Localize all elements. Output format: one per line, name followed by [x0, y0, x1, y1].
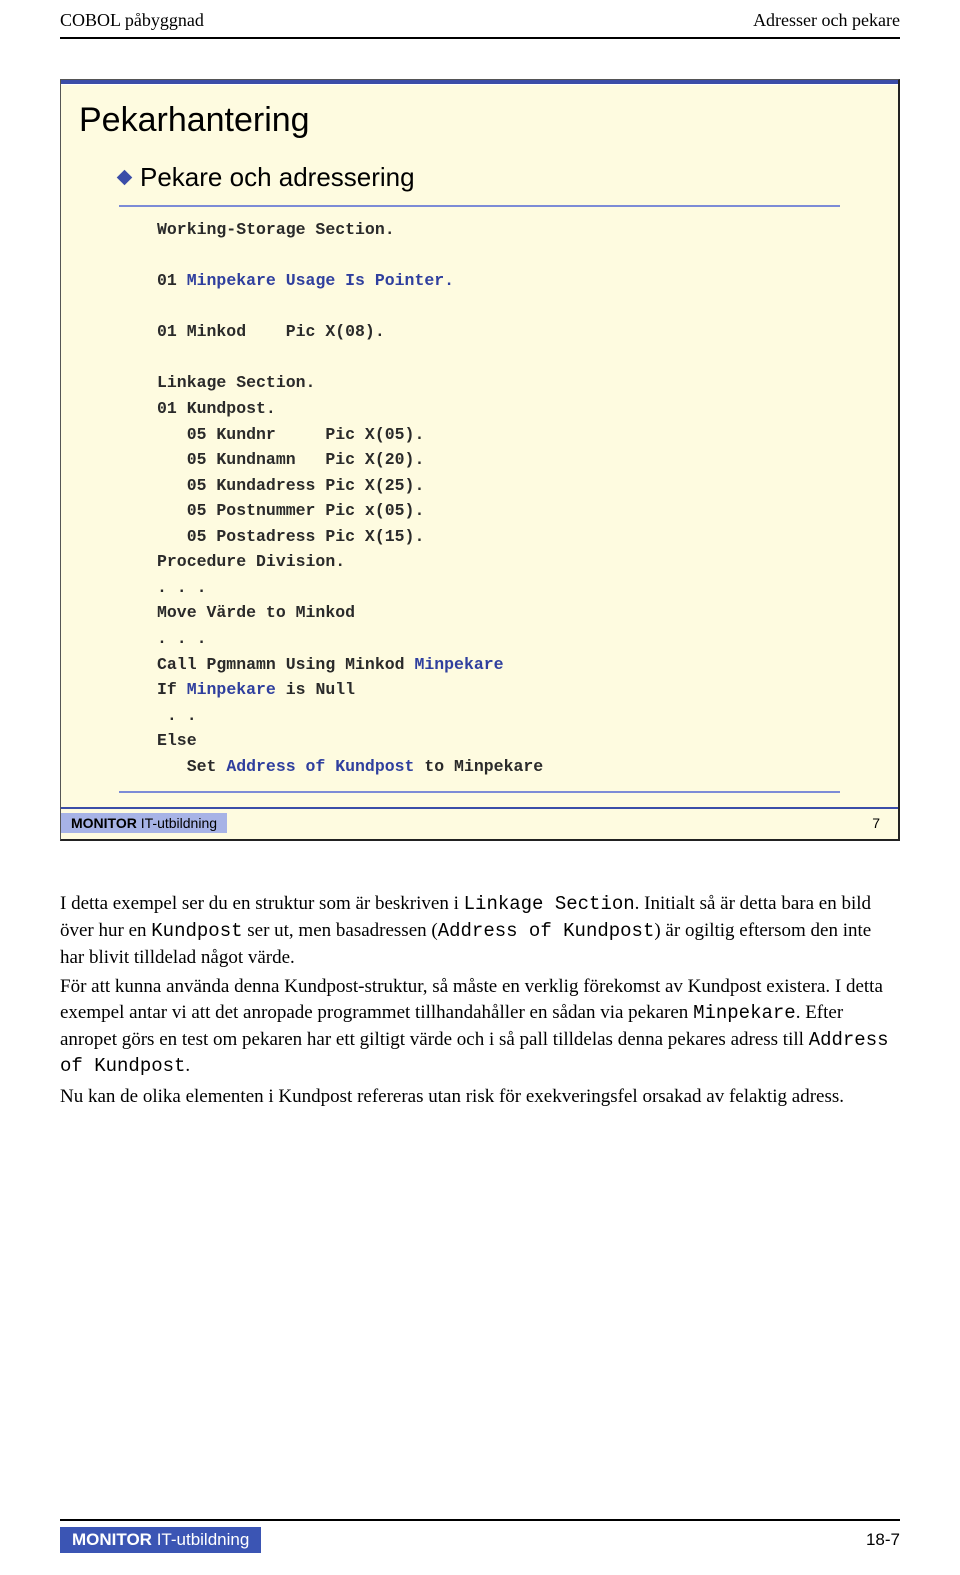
code-seg: Minpekare: [414, 655, 503, 674]
code-seg: 01: [157, 271, 187, 290]
code-seg: 05 Kundnamn Pic X(20).: [157, 450, 424, 469]
body-p1-code3: Address of Kundpost: [438, 920, 655, 942]
code-rule-bottom-light: [119, 791, 840, 793]
body-p1-c: ser ut, men basadressen (: [243, 920, 438, 941]
code-block: Working-Storage Section. 01 Minpekare Us…: [157, 207, 880, 787]
header-left: COBOL påbyggnad: [60, 10, 204, 31]
code-seg: . . .: [157, 578, 207, 597]
slide-inner: Pekarhantering Pekare och adressering Wo…: [61, 85, 898, 807]
footer-page-number: 18-7: [866, 1530, 900, 1550]
code-seg: . .: [157, 706, 197, 725]
body-p1-a: I detta exempel ser du en struktur som ä…: [60, 893, 464, 914]
code-seg: Procedure Division.: [157, 552, 345, 571]
body-paragraph-3: Nu kan de olika elementen i Kundpost ref…: [60, 1084, 900, 1110]
diamond-bullet-icon: [117, 170, 133, 186]
code-seg: to Minpekare: [414, 757, 543, 776]
page: COBOL påbyggnad Adresser och pekare Peka…: [0, 0, 960, 1575]
slide-footer-brand-rest: IT-utbildning: [137, 815, 217, 831]
slide-footer: MONITOR IT-utbildning 7: [61, 809, 898, 839]
code-seg: 01 Minkod Pic X(08).: [157, 322, 385, 341]
code-seg: 05 Postnummer Pic x(05).: [157, 501, 424, 520]
body-paragraph-1: I detta exempel ser du en struktur som ä…: [60, 891, 900, 970]
slide-frame: Pekarhantering Pekare och adressering Wo…: [60, 79, 900, 841]
code-seg: Call Pgmnamn Using Minkod: [157, 655, 414, 674]
body-p1-code2: Kundpost: [151, 920, 242, 942]
footer-brand-rest: IT-utbildning: [152, 1530, 249, 1549]
code-seg: Move Värde to Minkod: [157, 603, 355, 622]
code-seg: . . .: [157, 629, 207, 648]
code-seg: Else: [157, 731, 197, 750]
code-seg: 05 Postadress Pic X(15).: [157, 527, 424, 546]
page-header: COBOL påbyggnad Adresser och pekare: [60, 10, 900, 35]
body-text: I detta exempel ser du en struktur som ä…: [60, 891, 900, 1109]
slide-bullet-text: Pekare och adressering: [140, 162, 415, 193]
body-p1-code1: Linkage Section: [464, 893, 635, 915]
body-paragraph-2: För att kunna använda denna Kundpost-str…: [60, 974, 900, 1080]
slide-footer-brand: MONITOR IT-utbildning: [61, 813, 227, 833]
slide-title: Pekarhantering: [79, 101, 880, 140]
footer-rule: [60, 1519, 900, 1521]
code-seg: If: [157, 680, 187, 699]
body-p2-code1: Minpekare: [693, 1002, 796, 1024]
slide-footer-brand-bold: MONITOR: [71, 815, 137, 831]
page-footer: MONITOR IT-utbildning 18-7: [60, 1519, 900, 1553]
code-seg: 05 Kundadress Pic X(25).: [157, 476, 424, 495]
code-seg: Working-Storage Section.: [157, 220, 395, 239]
code-seg: Minpekare: [187, 680, 276, 699]
code-seg: 05 Kundnr Pic X(05).: [157, 425, 424, 444]
body-p2-c: .: [185, 1055, 190, 1076]
code-seg: Address of Kundpost: [226, 757, 414, 776]
footer-row: MONITOR IT-utbildning 18-7: [60, 1527, 900, 1553]
code-seg: Minpekare Usage Is Pointer.: [187, 271, 454, 290]
slide-bullet-row: Pekare och adressering: [119, 162, 880, 193]
code-seg: 01 Kundpost.: [157, 399, 276, 418]
slide-footer-page: 7: [872, 815, 880, 831]
code-seg: Linkage Section.: [157, 373, 315, 392]
header-rule: [60, 37, 900, 39]
code-seg: is Null: [276, 680, 355, 699]
footer-brand-bold: MONITOR: [72, 1530, 152, 1549]
code-seg: Set: [157, 757, 226, 776]
header-right: Adresser och pekare: [753, 10, 900, 31]
footer-brand: MONITOR IT-utbildning: [60, 1527, 261, 1553]
